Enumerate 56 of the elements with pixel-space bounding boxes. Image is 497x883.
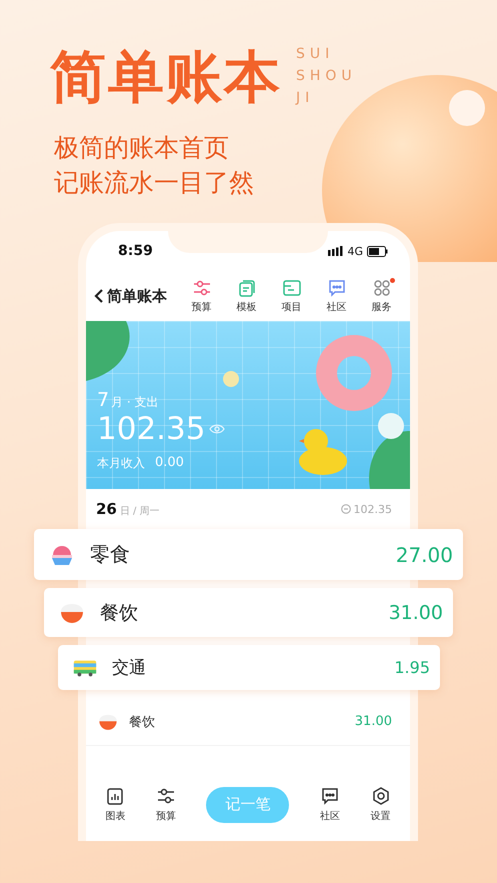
entry-card[interactable]: 零食 27.00 <box>34 529 463 580</box>
entry-card[interactable]: 餐饮 31.00 <box>44 588 453 637</box>
back-icon <box>94 289 104 303</box>
network-text: 4G <box>347 244 363 258</box>
sliders-icon <box>192 278 212 298</box>
chat-bubble-icon <box>326 278 346 298</box>
month-text: 7 <box>97 389 110 411</box>
entry-amount: 31.00 <box>388 602 443 624</box>
folder-icon <box>282 278 302 298</box>
sliders-icon <box>156 786 176 806</box>
leaf-drawing <box>86 321 130 381</box>
back-button[interactable]: 简单账本 <box>94 286 167 306</box>
minus-circle-icon <box>340 504 350 514</box>
brand-text: JI <box>296 90 316 106</box>
tab-button[interactable]: 社区 <box>320 786 340 823</box>
grid-icon <box>372 278 392 298</box>
toolbar-button[interactable]: 模板 <box>224 278 269 314</box>
tab-button[interactable]: 预算 <box>156 786 176 823</box>
duck-drawing <box>299 429 347 475</box>
battery-icon <box>367 246 388 256</box>
settings-icon <box>370 786 391 806</box>
day-number: 26 <box>96 500 117 518</box>
chat-bubble-icon <box>320 786 340 806</box>
toolbar-button[interactable]: 项目 <box>269 278 314 314</box>
beach-ball-drawing <box>378 413 404 439</box>
toolbar-button[interactable]: 预算 <box>179 278 224 314</box>
subtitle-text: 极简的账本首页 <box>54 132 230 164</box>
category-text: 餐饮 <box>129 714 155 730</box>
eye-icon[interactable] <box>209 424 226 434</box>
category-text: 餐饮 <box>100 600 138 626</box>
day-total: 102.35 <box>354 502 392 516</box>
subtitle-text: 记账流水一目了然 <box>54 167 255 199</box>
tab-button[interactable]: 设置 <box>370 786 391 823</box>
entry-amount: 27.00 <box>396 542 453 566</box>
expense-amount: 102.35 <box>97 410 206 449</box>
income-amount: 0.00 <box>155 455 184 472</box>
entry-row[interactable]: 餐饮 31.00 <box>86 698 410 746</box>
category-text: 零食 <box>90 541 130 568</box>
toolbar-button[interactable]: 服务 <box>359 278 404 314</box>
income-label: 本月收入 <box>97 455 145 472</box>
signal-icon <box>328 246 344 256</box>
entry-amount: 31.00 <box>354 714 392 729</box>
brand-text: SUI <box>296 46 336 62</box>
weekday-text: 日 / 周一 <box>120 505 160 518</box>
expense-label: 月 · 支出 <box>111 394 159 411</box>
category-text: 交通 <box>112 657 146 679</box>
chart-icon <box>105 786 126 806</box>
brand-text: SHOU <box>296 68 357 84</box>
toolbar-button[interactable]: 社区 <box>314 278 359 314</box>
headline: 简单账本 <box>50 44 282 112</box>
entry-amount: 1.95 <box>394 658 430 677</box>
document-stack-icon <box>236 278 256 298</box>
leaf-drawing <box>369 431 410 489</box>
status-time: 8:59 <box>118 243 153 259</box>
entry-card[interactable]: 交通 1.95 <box>58 645 440 690</box>
tab-button[interactable]: 图表 <box>105 786 126 823</box>
